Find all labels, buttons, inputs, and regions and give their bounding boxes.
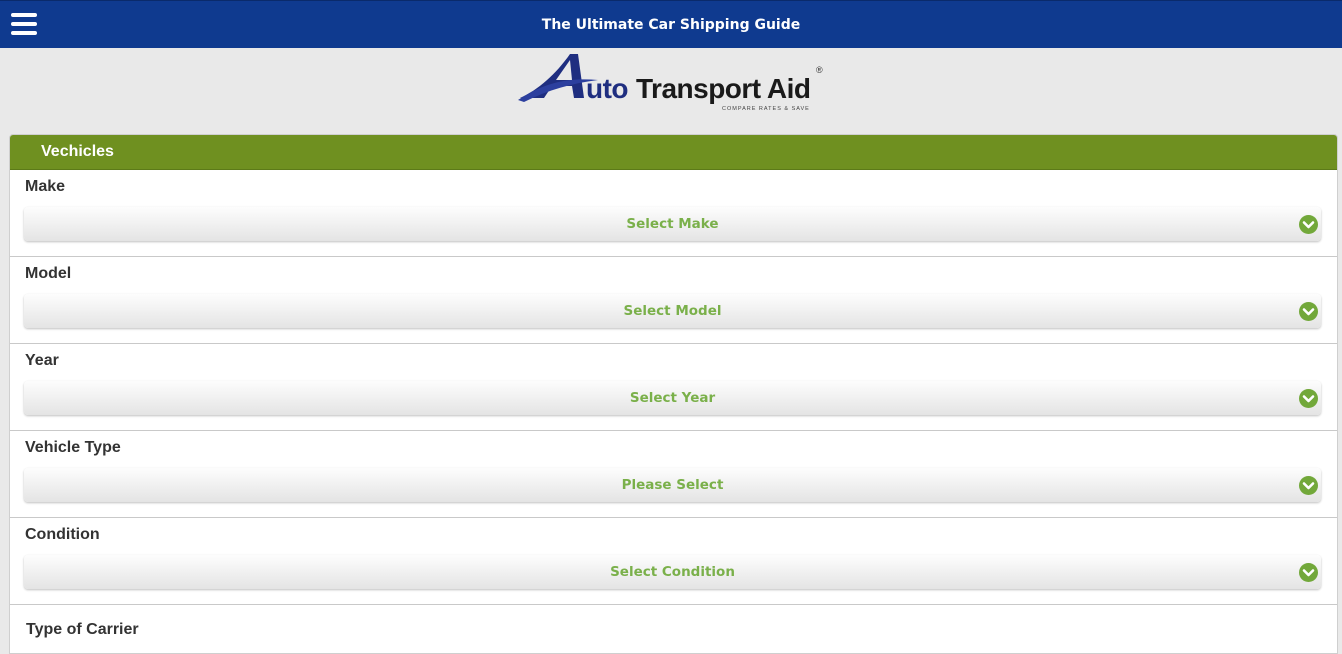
select-value: Select Model <box>623 303 722 319</box>
logo-tagline: COMPARE RATES & SAVE <box>722 106 810 112</box>
logo-word-uto: uto <box>586 73 629 104</box>
field-label-type-of-carrier: Type of Carrier <box>26 621 139 638</box>
field-label: Vehicle Type <box>25 439 121 456</box>
field-condition: Condition Select Condition <box>10 518 1337 605</box>
model-select[interactable]: Select Model <box>24 294 1321 328</box>
chevron-down-icon <box>1299 476 1318 495</box>
field-make: Make Select Make <box>10 170 1337 257</box>
field-model: Model Select Model <box>10 257 1337 344</box>
select-value: Please Select <box>621 477 724 493</box>
select-value: Select Condition <box>610 564 735 580</box>
field-label: Make <box>25 178 66 195</box>
select-value: Select Make <box>626 216 719 232</box>
logo-word-transport-aid: Transport Aid <box>636 73 811 104</box>
top-bar: The Ultimate Car Shipping Guide <box>0 0 1342 48</box>
vehicle-type-select[interactable]: Please Select <box>24 468 1321 502</box>
chevron-down-icon <box>1299 563 1318 582</box>
auto-transport-aid-logo[interactable]: uto Transport Aid ® COMPARE RATES & SAVE <box>518 50 828 114</box>
field-label: Year <box>25 352 59 369</box>
logo-registered-mark: ® <box>816 65 823 75</box>
field-label: Condition <box>25 526 100 543</box>
make-select[interactable]: Select Make <box>24 207 1321 241</box>
year-select[interactable]: Select Year <box>24 381 1321 415</box>
condition-select[interactable]: Select Condition <box>24 555 1321 589</box>
chevron-down-icon <box>1299 215 1318 234</box>
field-vehicle-type: Vehicle Type Please Select <box>10 431 1337 518</box>
field-year: Year Select Year <box>10 344 1337 431</box>
chevron-down-icon <box>1299 389 1318 408</box>
panel-header: Vechicles <box>10 135 1337 170</box>
page-title: The Ultimate Car Shipping Guide <box>541 17 801 33</box>
chevron-down-icon <box>1299 302 1318 321</box>
field-label: Model <box>25 265 72 282</box>
panel-title: Vechicles <box>41 143 114 160</box>
select-value: Select Year <box>629 390 716 406</box>
vehicles-panel: Vechicles Make Select Make Model Select … <box>9 134 1338 654</box>
